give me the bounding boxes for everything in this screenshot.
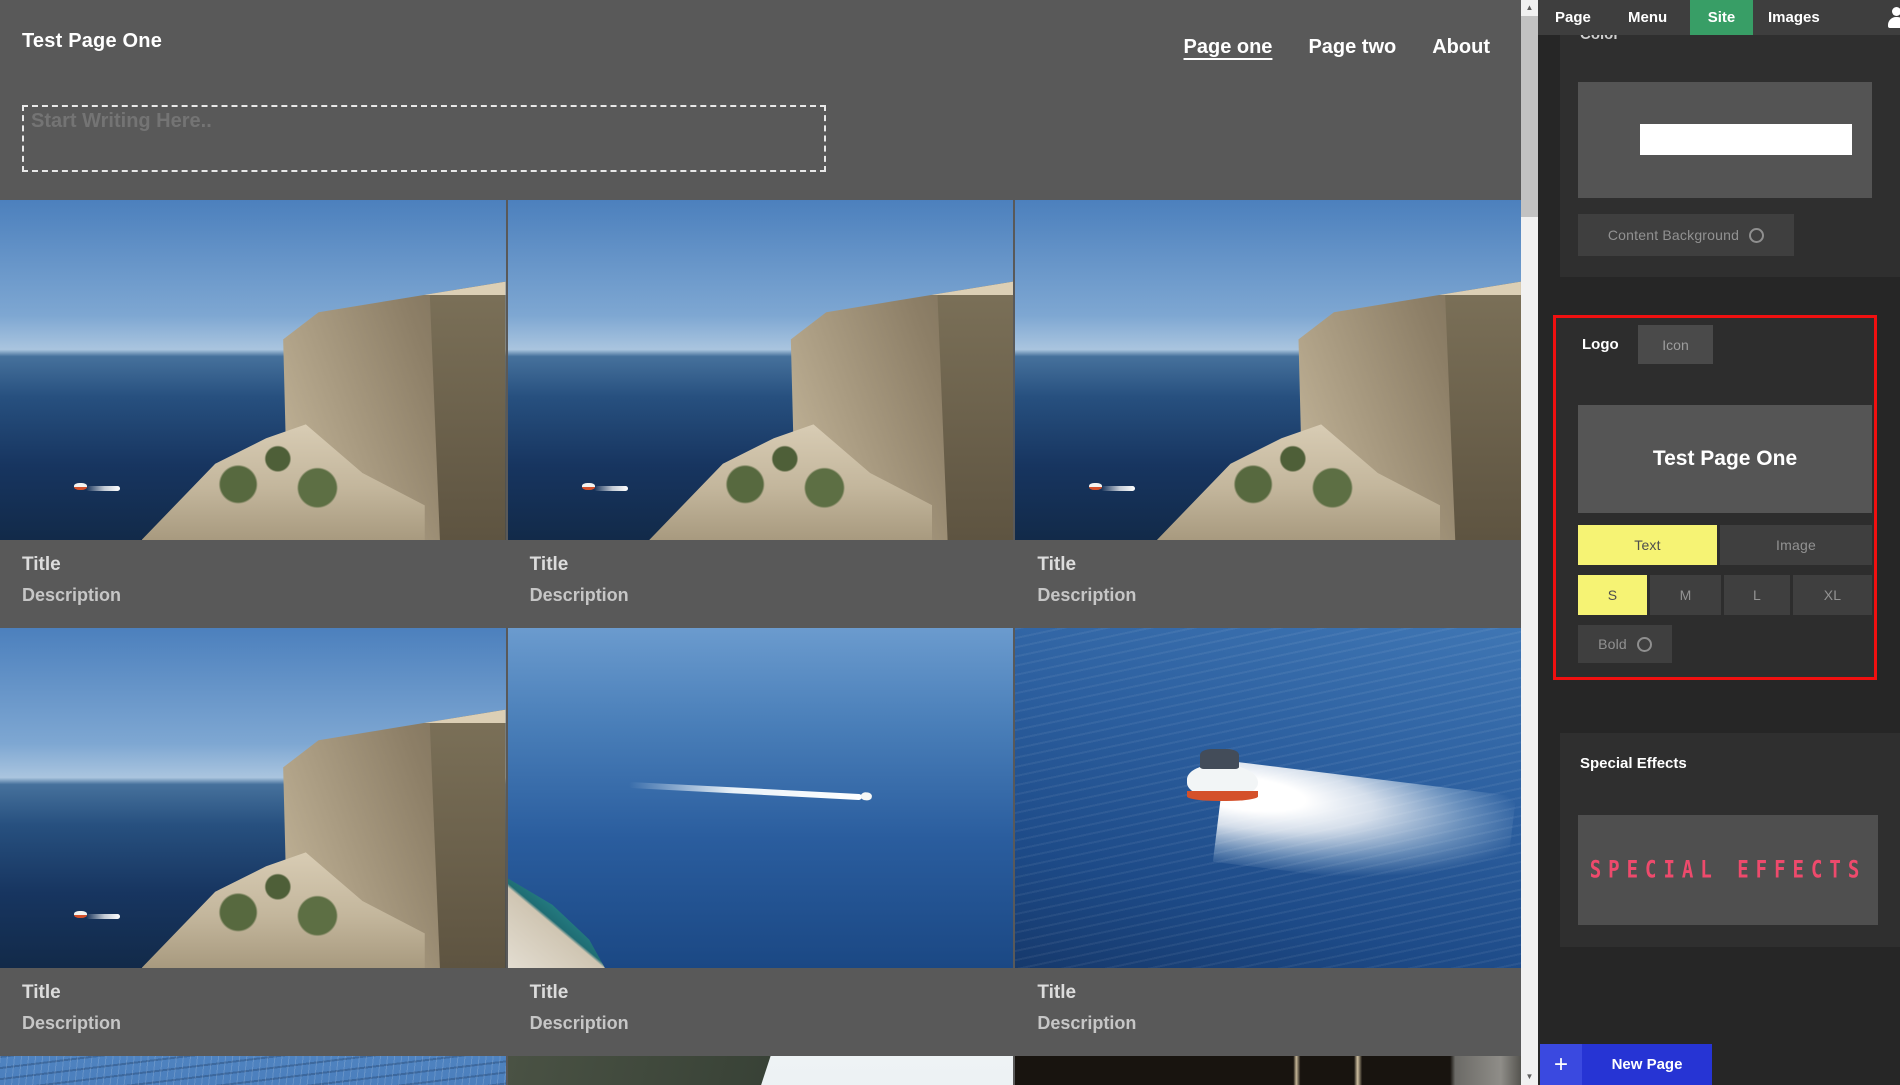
special-effects-label: Special Effects: [1580, 755, 1687, 772]
logo-bold-toggle[interactable]: Bold: [1578, 625, 1672, 663]
gallery-photo[interactable]: [507, 200, 1014, 540]
color-preview-card[interactable]: [1578, 82, 1872, 198]
tab-site[interactable]: Site: [1690, 0, 1753, 35]
special-effects-preview[interactable]: SPECIAL EFFECTS: [1578, 815, 1878, 925]
card-title[interactable]: Title: [22, 982, 506, 1004]
user-account-icon[interactable]: [1886, 7, 1900, 29]
toggle-circle-icon: [1749, 227, 1765, 243]
gallery-card: [0, 1056, 506, 1085]
gallery-card: Title Description: [0, 628, 506, 1054]
scrollbar-thumb[interactable]: [1521, 16, 1538, 217]
logo-size-m-button[interactable]: M: [1650, 575, 1721, 615]
gallery-photo[interactable]: [0, 1056, 506, 1085]
scroll-up-arrow-icon[interactable]: ▲: [1521, 0, 1538, 16]
card-title[interactable]: Title: [530, 982, 1014, 1004]
card-description[interactable]: Description: [530, 585, 1014, 606]
card-title[interactable]: Title: [530, 554, 1014, 576]
nav-link-about[interactable]: About: [1432, 36, 1490, 59]
plus-icon: +: [1553, 1050, 1568, 1078]
gallery-photo[interactable]: [1015, 200, 1521, 540]
photo-art: [507, 878, 605, 968]
panel-tab-bar: Page Menu Site Images: [1538, 0, 1900, 35]
card-description[interactable]: Description: [1037, 1013, 1521, 1034]
gallery-card: Title Description: [507, 200, 1014, 626]
photo-art: [1212, 760, 1516, 898]
logo-preview: Test Page One: [1578, 405, 1872, 513]
photo-art: [73, 482, 120, 491]
photo-art: [507, 1056, 771, 1085]
tab-icon[interactable]: Icon: [1638, 325, 1713, 364]
card-title[interactable]: Title: [1037, 982, 1521, 1004]
content-background-toggle[interactable]: Content Background: [1578, 214, 1794, 256]
gallery-card: Title Description: [1015, 200, 1521, 626]
gallery-card: Title Description: [0, 200, 506, 626]
tab-menu[interactable]: Menu: [1628, 0, 1667, 35]
gallery-caption: Title Description: [508, 968, 1014, 1054]
text-block-placeholder[interactable]: Start Writing Here..: [22, 105, 826, 172]
gallery-photo[interactable]: [1015, 628, 1521, 968]
card-title[interactable]: Title: [1037, 554, 1521, 576]
gallery-grid: Title Description Title Description Titl…: [0, 200, 1521, 1085]
logo-size-s-button[interactable]: S: [1578, 575, 1647, 615]
gallery-card: Title Description: [1015, 628, 1521, 1054]
tab-logo[interactable]: Logo: [1566, 330, 1635, 359]
site-title[interactable]: Test Page One: [22, 30, 162, 53]
card-description[interactable]: Description: [1037, 585, 1521, 606]
photo-art: [629, 781, 862, 800]
bold-label: Bold: [1598, 636, 1627, 652]
color-swatch[interactable]: [1640, 124, 1852, 155]
gallery-card: [1015, 1056, 1521, 1085]
placeholder-text: Start Writing Here..: [31, 110, 212, 132]
content-background-label: Content Background: [1607, 227, 1740, 243]
gallery-caption: Title Description: [1015, 540, 1521, 626]
card-description[interactable]: Description: [530, 1013, 1014, 1034]
gallery-caption: Title Description: [0, 540, 506, 626]
settings-panel: Color Content Background Logo Icon Test …: [1538, 0, 1900, 1085]
tab-page[interactable]: Page: [1555, 0, 1591, 35]
card-title[interactable]: Title: [22, 554, 506, 576]
gallery-caption: Title Description: [1015, 968, 1521, 1054]
tab-images[interactable]: Images: [1768, 0, 1820, 35]
card-description[interactable]: Description: [22, 585, 506, 606]
gallery-photo[interactable]: [507, 1056, 1014, 1085]
site-canvas: Test Page One Page one Page two About St…: [0, 0, 1521, 1085]
nav-link-page-two[interactable]: Page two: [1308, 36, 1396, 59]
special-effects-preview-text: SPECIAL EFFECTS: [1589, 856, 1867, 884]
card-description[interactable]: Description: [22, 1013, 506, 1034]
photo-art: [1015, 1056, 1521, 1085]
gallery-photo[interactable]: [0, 200, 506, 540]
gallery-photo[interactable]: [507, 628, 1014, 968]
photo-art: [1187, 748, 1259, 801]
scroll-down-arrow-icon[interactable]: ▼: [1521, 1069, 1538, 1085]
logo-size-xl-button[interactable]: XL: [1793, 575, 1872, 615]
add-page-plus-button[interactable]: +: [1540, 1044, 1582, 1085]
logo-type-image-button[interactable]: Image: [1720, 525, 1872, 565]
toggle-circle-icon: [1636, 636, 1652, 652]
gallery-card: [507, 1056, 1014, 1085]
photo-art: [73, 910, 120, 919]
photo-art: [1089, 482, 1136, 491]
logo-type-text-button[interactable]: Text: [1578, 525, 1717, 565]
site-nav: Page one Page two About: [1184, 36, 1490, 59]
photo-art: [581, 482, 628, 491]
new-page-button[interactable]: New Page: [1582, 1044, 1712, 1085]
canvas-scrollbar[interactable]: ▲ ▼: [1521, 0, 1538, 1085]
logo-preview-text: Test Page One: [1652, 447, 1798, 470]
gallery-caption: Title Description: [0, 968, 506, 1054]
nav-link-page-one[interactable]: Page one: [1184, 36, 1273, 59]
gallery-photo[interactable]: [0, 628, 506, 968]
gallery-card: Title Description: [507, 628, 1014, 1054]
logo-size-l-button[interactable]: L: [1724, 575, 1790, 615]
gallery-photo[interactable]: [1015, 1056, 1521, 1085]
gallery-caption: Title Description: [508, 540, 1014, 626]
